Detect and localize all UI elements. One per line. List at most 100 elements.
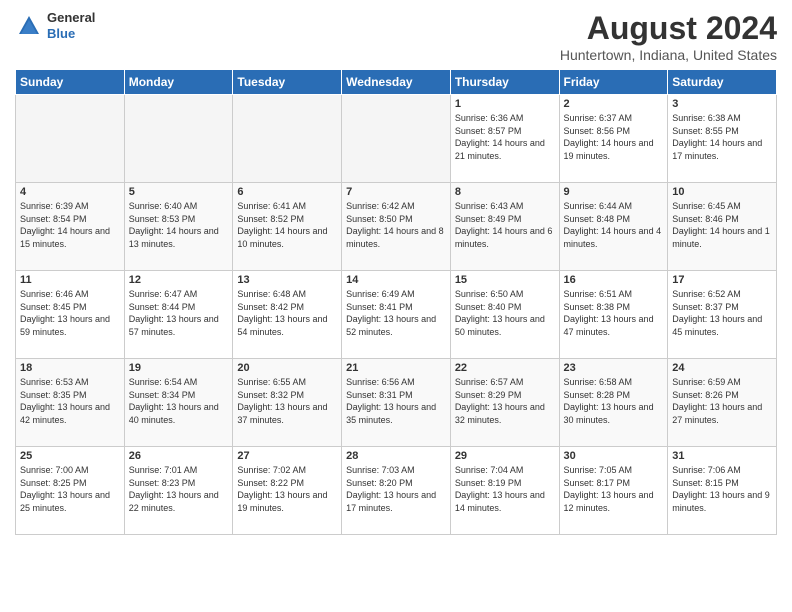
- day-info: Sunrise: 6:46 AMSunset: 8:45 PMDaylight:…: [20, 288, 120, 338]
- calendar-table: Sunday Monday Tuesday Wednesday Thursday…: [15, 69, 777, 535]
- day-number: 25: [20, 450, 120, 462]
- table-row: 2 Sunrise: 6:37 AMSunset: 8:56 PMDaylight…: [559, 95, 668, 183]
- day-number: 9: [564, 186, 664, 198]
- table-row: 14Sunrise: 6:49 AMSunset: 8:41 PMDayligh…: [342, 271, 451, 359]
- day-info: Sunrise: 6:40 AMSunset: 8:53 PMDaylight:…: [129, 200, 229, 250]
- table-row: 26 Sunrise: 7:01 AMSunset: 8:23 PMDayligh…: [124, 447, 233, 535]
- day-number: 1: [455, 98, 555, 110]
- calendar-header-row: Sunday Monday Tuesday Wednesday Thursday…: [16, 70, 777, 95]
- day-info: Sunrise: 7:05 AMSunset: 8:17 PMDaylight:…: [564, 464, 664, 514]
- col-sunday: Sunday: [16, 70, 125, 95]
- day-number: 17: [672, 274, 772, 286]
- day-info: Sunrise: 6:37 AMSunset: 8:56 PMDaylight:…: [564, 112, 664, 162]
- table-row: 30 Sunrise: 7:05 AMSunset: 8:17 PMDayligh…: [559, 447, 668, 535]
- day-number: 18: [20, 362, 120, 374]
- day-info: Sunrise: 6:38 AMSunset: 8:55 PMDaylight:…: [672, 112, 772, 162]
- day-number: 19: [129, 362, 229, 374]
- day-info: Sunrise: 6:41 AMSunset: 8:52 PMDaylight:…: [237, 200, 337, 250]
- day-info: Sunrise: 6:48 AMSunset: 8:42 PMDaylight:…: [237, 288, 337, 338]
- day-info: Sunrise: 6:43 AMSunset: 8:49 PMDaylight:…: [455, 200, 555, 250]
- day-info: Sunrise: 6:54 AMSunset: 8:34 PMDaylight:…: [129, 376, 229, 426]
- calendar-week-row: 18 Sunrise: 6:53 AMSunset: 8:35 PMDayligh…: [16, 359, 777, 447]
- table-row: 29 Sunrise: 7:04 AMSunset: 8:19 PMDayligh…: [450, 447, 559, 535]
- table-row: 7Sunrise: 6:42 AMSunset: 8:50 PMDaylight…: [342, 183, 451, 271]
- day-info: Sunrise: 6:51 AMSunset: 8:38 PMDaylight:…: [564, 288, 664, 338]
- day-number: 5: [129, 186, 229, 198]
- table-row: 31 Sunrise: 7:06 AMSunset: 8:15 PMDayligh…: [668, 447, 777, 535]
- col-saturday: Saturday: [668, 70, 777, 95]
- day-number: 6: [237, 186, 337, 198]
- day-number: 3: [672, 98, 772, 110]
- day-number: 31: [672, 450, 772, 462]
- day-info: Sunrise: 6:56 AMSunset: 8:31 PMDaylight:…: [346, 376, 446, 426]
- day-number: 29: [455, 450, 555, 462]
- calendar-week-row: 4Sunrise: 6:39 AMSunset: 8:54 PMDaylight…: [16, 183, 777, 271]
- table-row: 17 Sunrise: 6:52 AMSunset: 8:37 PMDayligh…: [668, 271, 777, 359]
- table-row: 1 Sunrise: 6:36 AMSunset: 8:57 PMDaylight…: [450, 95, 559, 183]
- table-row: 18 Sunrise: 6:53 AMSunset: 8:35 PMDayligh…: [16, 359, 125, 447]
- day-number: 22: [455, 362, 555, 374]
- table-row: 24Sunrise: 6:59 AMSunset: 8:26 PMDayligh…: [668, 359, 777, 447]
- table-row: [124, 95, 233, 183]
- day-number: 7: [346, 186, 446, 198]
- logo-icon: [15, 12, 43, 40]
- day-number: 23: [564, 362, 664, 374]
- day-info: Sunrise: 7:03 AMSunset: 8:20 PMDaylight:…: [346, 464, 446, 514]
- table-row: [342, 95, 451, 183]
- col-friday: Friday: [559, 70, 668, 95]
- table-row: 3 Sunrise: 6:38 AMSunset: 8:55 PMDaylight…: [668, 95, 777, 183]
- day-number: 30: [564, 450, 664, 462]
- day-number: 21: [346, 362, 446, 374]
- logo-line1: General: [47, 10, 95, 26]
- day-number: 26: [129, 450, 229, 462]
- table-row: 10Sunrise: 6:45 AMSunset: 8:46 PMDayligh…: [668, 183, 777, 271]
- title-area: August 2024 Huntertown, Indiana, United …: [560, 10, 777, 63]
- day-number: 28: [346, 450, 446, 462]
- main-title: August 2024: [560, 10, 777, 47]
- table-row: [16, 95, 125, 183]
- day-info: Sunrise: 6:55 AMSunset: 8:32 PMDaylight:…: [237, 376, 337, 426]
- table-row: 13Sunrise: 6:48 AMSunset: 8:42 PMDayligh…: [233, 271, 342, 359]
- day-number: 15: [455, 274, 555, 286]
- table-row: 5 Sunrise: 6:40 AMSunset: 8:53 PMDaylight…: [124, 183, 233, 271]
- col-monday: Monday: [124, 70, 233, 95]
- day-info: Sunrise: 7:01 AMSunset: 8:23 PMDaylight:…: [129, 464, 229, 514]
- day-info: Sunrise: 6:52 AMSunset: 8:37 PMDaylight:…: [672, 288, 772, 338]
- logo-line2: Blue: [47, 26, 95, 42]
- calendar-week-row: 25Sunrise: 7:00 AMSunset: 8:25 PMDayligh…: [16, 447, 777, 535]
- header: General Blue August 2024 Huntertown, Ind…: [15, 10, 777, 63]
- table-row: 27Sunrise: 7:02 AMSunset: 8:22 PMDayligh…: [233, 447, 342, 535]
- day-number: 8: [455, 186, 555, 198]
- day-number: 20: [237, 362, 337, 374]
- col-tuesday: Tuesday: [233, 70, 342, 95]
- col-wednesday: Wednesday: [342, 70, 451, 95]
- table-row: 11 Sunrise: 6:46 AMSunset: 8:45 PMDayligh…: [16, 271, 125, 359]
- table-row: 4Sunrise: 6:39 AMSunset: 8:54 PMDaylight…: [16, 183, 125, 271]
- day-info: Sunrise: 6:59 AMSunset: 8:26 PMDaylight:…: [672, 376, 772, 426]
- day-info: Sunrise: 7:04 AMSunset: 8:19 PMDaylight:…: [455, 464, 555, 514]
- day-number: 16: [564, 274, 664, 286]
- table-row: 21 Sunrise: 6:56 AMSunset: 8:31 PMDayligh…: [342, 359, 451, 447]
- table-row: 9Sunrise: 6:44 AMSunset: 8:48 PMDaylight…: [559, 183, 668, 271]
- table-row: 28 Sunrise: 7:03 AMSunset: 8:20 PMDayligh…: [342, 447, 451, 535]
- day-info: Sunrise: 6:47 AMSunset: 8:44 PMDaylight:…: [129, 288, 229, 338]
- day-info: Sunrise: 7:02 AMSunset: 8:22 PMDaylight:…: [237, 464, 337, 514]
- day-info: Sunrise: 7:06 AMSunset: 8:15 PMDaylight:…: [672, 464, 772, 514]
- day-info: Sunrise: 6:45 AMSunset: 8:46 PMDaylight:…: [672, 200, 772, 250]
- table-row: 22Sunrise: 6:57 AMSunset: 8:29 PMDayligh…: [450, 359, 559, 447]
- subtitle: Huntertown, Indiana, United States: [560, 47, 777, 63]
- day-number: 2: [564, 98, 664, 110]
- calendar-week-row: 1 Sunrise: 6:36 AMSunset: 8:57 PMDaylight…: [16, 95, 777, 183]
- table-row: 8 Sunrise: 6:43 AMSunset: 8:49 PMDaylight…: [450, 183, 559, 271]
- col-thursday: Thursday: [450, 70, 559, 95]
- day-info: Sunrise: 6:36 AMSunset: 8:57 PMDaylight:…: [455, 112, 555, 162]
- table-row: 16 Sunrise: 6:51 AMSunset: 8:38 PMDayligh…: [559, 271, 668, 359]
- day-number: 11: [20, 274, 120, 286]
- day-number: 4: [20, 186, 120, 198]
- table-row: 23Sunrise: 6:58 AMSunset: 8:28 PMDayligh…: [559, 359, 668, 447]
- table-row: 20 Sunrise: 6:55 AMSunset: 8:32 PMDayligh…: [233, 359, 342, 447]
- calendar-week-row: 11 Sunrise: 6:46 AMSunset: 8:45 PMDayligh…: [16, 271, 777, 359]
- table-row: 15Sunrise: 6:50 AMSunset: 8:40 PMDayligh…: [450, 271, 559, 359]
- table-row: 19 Sunrise: 6:54 AMSunset: 8:34 PMDayligh…: [124, 359, 233, 447]
- day-info: Sunrise: 6:53 AMSunset: 8:35 PMDaylight:…: [20, 376, 120, 426]
